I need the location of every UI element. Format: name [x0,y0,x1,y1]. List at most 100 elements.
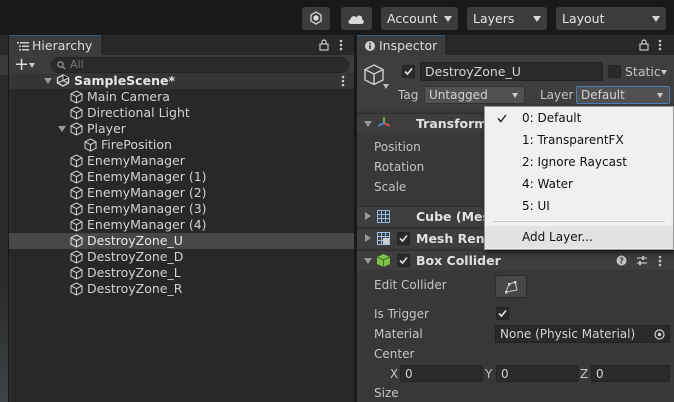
layer-value: Default [581,88,625,102]
chevron-down-icon [512,93,518,98]
more-options-icon[interactable] [341,75,345,87]
layer-menu-item-label: 1: TransparentFX [522,133,624,147]
layout-dropdown[interactable]: Layout [556,7,666,30]
gameobject-cube-icon[interactable] [363,63,385,87]
lock-icon[interactable] [319,39,329,51]
rotation-label[interactable]: Rotation [374,160,424,174]
list-item[interactable]: EnemyManager [9,153,354,169]
is-trigger-checkbox[interactable] [496,307,509,320]
chevron-down-icon[interactable] [661,70,667,75]
scene-row[interactable]: SampleScene* [9,73,354,89]
cube-icon [70,250,83,264]
static-checkbox[interactable] [608,65,621,78]
list-item[interactable]: Directional Light [9,105,354,121]
list-item[interactable]: DestroyZone_D [9,249,354,265]
mesh-renderer-enabled-checkbox[interactable] [397,232,410,245]
foldout-arrow-icon[interactable] [364,121,372,127]
cube-icon [70,202,83,216]
chevron-down-icon [657,93,663,98]
list-item[interactable]: DestroyZone_R [9,281,354,297]
help-icon[interactable]: ? [616,255,627,266]
list-item[interactable]: EnemyManager (2) [9,185,354,201]
list-item[interactable]: Player [9,121,354,137]
cube-icon [70,282,83,296]
layers-dropdown[interactable]: Layers [467,7,547,30]
list-item-selected[interactable]: DestroyZone_U [9,233,354,249]
more-options-icon[interactable] [658,39,662,51]
foldout-arrow-icon[interactable] [365,212,371,220]
cube-icon [70,266,83,280]
layer-dropdown[interactable]: Default [576,86,670,104]
list-item[interactable]: EnemyManager (4) [9,217,354,233]
material-field[interactable]: None (Physic Material) [495,325,670,343]
active-checkbox[interactable] [402,65,415,78]
center-z-label[interactable]: Z [580,367,588,381]
box-collider-header[interactable]: Box Collider ? [357,250,674,270]
foldout-arrow-icon[interactable] [365,234,371,242]
create-button[interactable]: + [14,54,42,75]
layer-dropdown-menu: 0: Default 1: TransparentFX 2: Ignore Ra… [484,106,674,250]
center-y-label[interactable]: Y [485,367,492,381]
list-item[interactable]: EnemyManager (3) [9,201,354,217]
scale-label[interactable]: Scale [374,180,406,194]
list-item[interactable]: EnemyManager (1) [9,169,354,185]
more-options-icon[interactable] [339,39,343,51]
cube-icon [70,170,83,184]
search-placeholder: All [70,58,84,71]
layer-menu-item-ui[interactable]: 5: UI [485,195,673,217]
tab-hierarchy[interactable]: Hierarchy [9,35,101,55]
layer-menu-item-default[interactable]: 0: Default [485,107,673,129]
layer-menu-item-transparentfx[interactable]: 1: TransparentFX [485,129,673,151]
chevron-down-icon[interactable] [383,84,389,89]
transform-icon [378,117,390,127]
main-toolbar: Account Layers Layout [0,0,674,36]
account-dropdown[interactable]: Account [381,7,458,30]
object-name-field[interactable]: DestroyZone_U [420,62,603,81]
foldout-arrow-icon[interactable] [364,258,372,264]
center-x-label[interactable]: X [390,367,398,381]
transform-title: Transform [416,116,488,131]
foldout-arrow-icon[interactable] [44,78,52,84]
list-icon [17,41,29,51]
list-item[interactable]: FirePosition [9,137,354,153]
preset-sliders-icon[interactable] [636,255,648,266]
checkmark-icon [498,309,507,318]
cube-icon [84,138,97,152]
checkmark-icon [404,67,413,76]
hierarchy-tabbar: Hierarchy [9,35,354,55]
tag-label: Tag [398,88,419,102]
chevron-down-icon [533,16,541,22]
hierarchy-search[interactable]: All [51,57,349,73]
cloud-button[interactable] [341,7,372,30]
list-item-label: EnemyManager (4) [87,217,207,232]
object-picker-icon[interactable] [654,329,665,340]
chevron-down-icon [29,63,35,68]
box-collider-enabled-checkbox[interactable] [397,254,410,267]
tab-inspector[interactable]: Inspector [357,35,445,55]
lock-icon[interactable] [639,39,649,51]
list-item-label: EnemyManager (1) [87,169,207,184]
edit-collider-button[interactable] [495,275,527,298]
collab-button[interactable] [302,7,330,30]
cube-icon [70,154,83,168]
more-options-icon[interactable] [658,255,662,267]
center-y-field[interactable]: 0 [496,365,579,382]
position-label[interactable]: Position [374,140,421,154]
foldout-arrow-icon[interactable] [58,126,66,132]
unity-scene-icon [56,74,70,87]
layer-menu-item-label: 2: Ignore Raycast [522,155,627,169]
center-z-field[interactable]: 0 [591,365,670,382]
info-icon [365,41,375,51]
chevron-down-icon [444,16,452,22]
cube-icon [70,122,83,136]
mesh-filter-icon [377,210,390,223]
hierarchy-tab-label: Hierarchy [32,38,93,53]
list-item[interactable]: DestroyZone_L [9,265,354,281]
svg-text:?: ? [619,257,624,266]
tag-dropdown[interactable]: Untagged [424,86,525,104]
center-x-field[interactable]: 0 [400,365,483,382]
layer-menu-item-water[interactable]: 4: Water [485,173,673,195]
layer-menu-item-ignore-raycast[interactable]: 2: Ignore Raycast [485,151,673,173]
list-item[interactable]: Main Camera [9,89,354,105]
add-layer-menu-item[interactable]: Add Layer... [485,226,673,248]
